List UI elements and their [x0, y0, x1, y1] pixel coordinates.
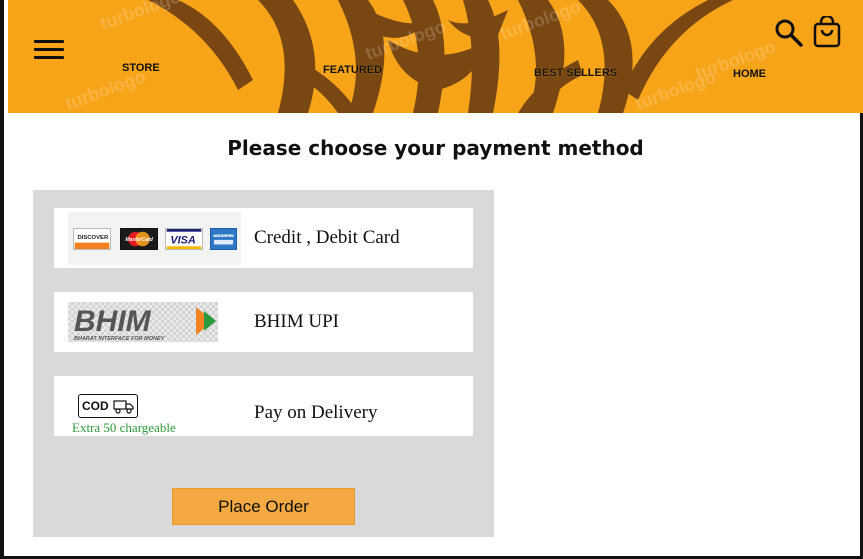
nav-home[interactable]: HOME: [733, 68, 766, 80]
payment-option-card[interactable]: DISCOVER MasterCard VISA AMERICAN EXPRES…: [54, 208, 473, 268]
search-icon[interactable]: [774, 18, 804, 48]
place-order-button[interactable]: Place Order: [172, 488, 355, 525]
cod-badge: COD: [78, 394, 138, 418]
payment-option-label: Pay on Delivery: [254, 402, 378, 423]
svg-text:BHARAT INTERFACE FOR MONEY: BHARAT INTERFACE FOR MONEY: [74, 336, 166, 342]
cod-extra-charge-note: Extra 50 chargeable: [72, 420, 176, 435]
delivery-truck-icon: [113, 400, 134, 414]
discover-logo-icon: DISCOVER: [73, 228, 111, 250]
page-title: Please choose your payment method: [227, 136, 644, 160]
bhim-logo-icon: BHIM BHARAT INTERFACE FOR MONEY: [74, 305, 216, 342]
shopping-bag-icon[interactable]: [812, 16, 842, 48]
card-logos: DISCOVER MasterCard VISA AMERICAN EXPRES…: [68, 212, 241, 265]
cod-badge-text: COD: [82, 399, 109, 413]
payment-option-cod[interactable]: COD Extra 50 chargeable Pay on Delivery: [54, 376, 473, 436]
svg-text:VISA: VISA: [170, 235, 196, 247]
nav-featured[interactable]: FEATURED: [323, 64, 382, 76]
svg-text:turbologo: turbologo: [98, 0, 184, 34]
mastercard-logo-icon: MasterCard: [120, 228, 158, 250]
nav-best-sellers[interactable]: BEST SELLERS: [534, 67, 617, 79]
amex-logo-icon: AMERICAN EXPRESS: [210, 228, 237, 250]
svg-text:AMERICAN EXPRESS: AMERICAN EXPRESS: [213, 234, 234, 238]
payment-option-bhim-upi[interactable]: BHIM BHARAT INTERFACE FOR MONEY BHIM UPI: [54, 292, 473, 352]
tribal-lion-artwork: turbologo turbologo turbologo turbologo …: [63, 0, 778, 113]
site-header: turbologo turbologo turbologo turbologo …: [8, 0, 863, 113]
bhim-logo: BHIM BHARAT INTERFACE FOR MONEY: [68, 302, 218, 342]
visa-logo-icon: VISA: [165, 228, 203, 250]
app-frame: turbologo turbologo turbologo turbologo …: [0, 0, 863, 559]
svg-text:DISCOVER: DISCOVER: [77, 235, 109, 241]
payment-options-panel: DISCOVER MasterCard VISA AMERICAN EXPRES…: [33, 190, 494, 537]
svg-text:BHIM: BHIM: [74, 305, 152, 338]
payment-option-label: Credit , Debit Card: [254, 227, 400, 248]
svg-text:MasterCard: MasterCard: [125, 237, 153, 243]
nav-store[interactable]: STORE: [122, 62, 160, 74]
hamburger-menu-icon[interactable]: [34, 37, 64, 61]
payment-option-label: BHIM UPI: [254, 311, 339, 332]
